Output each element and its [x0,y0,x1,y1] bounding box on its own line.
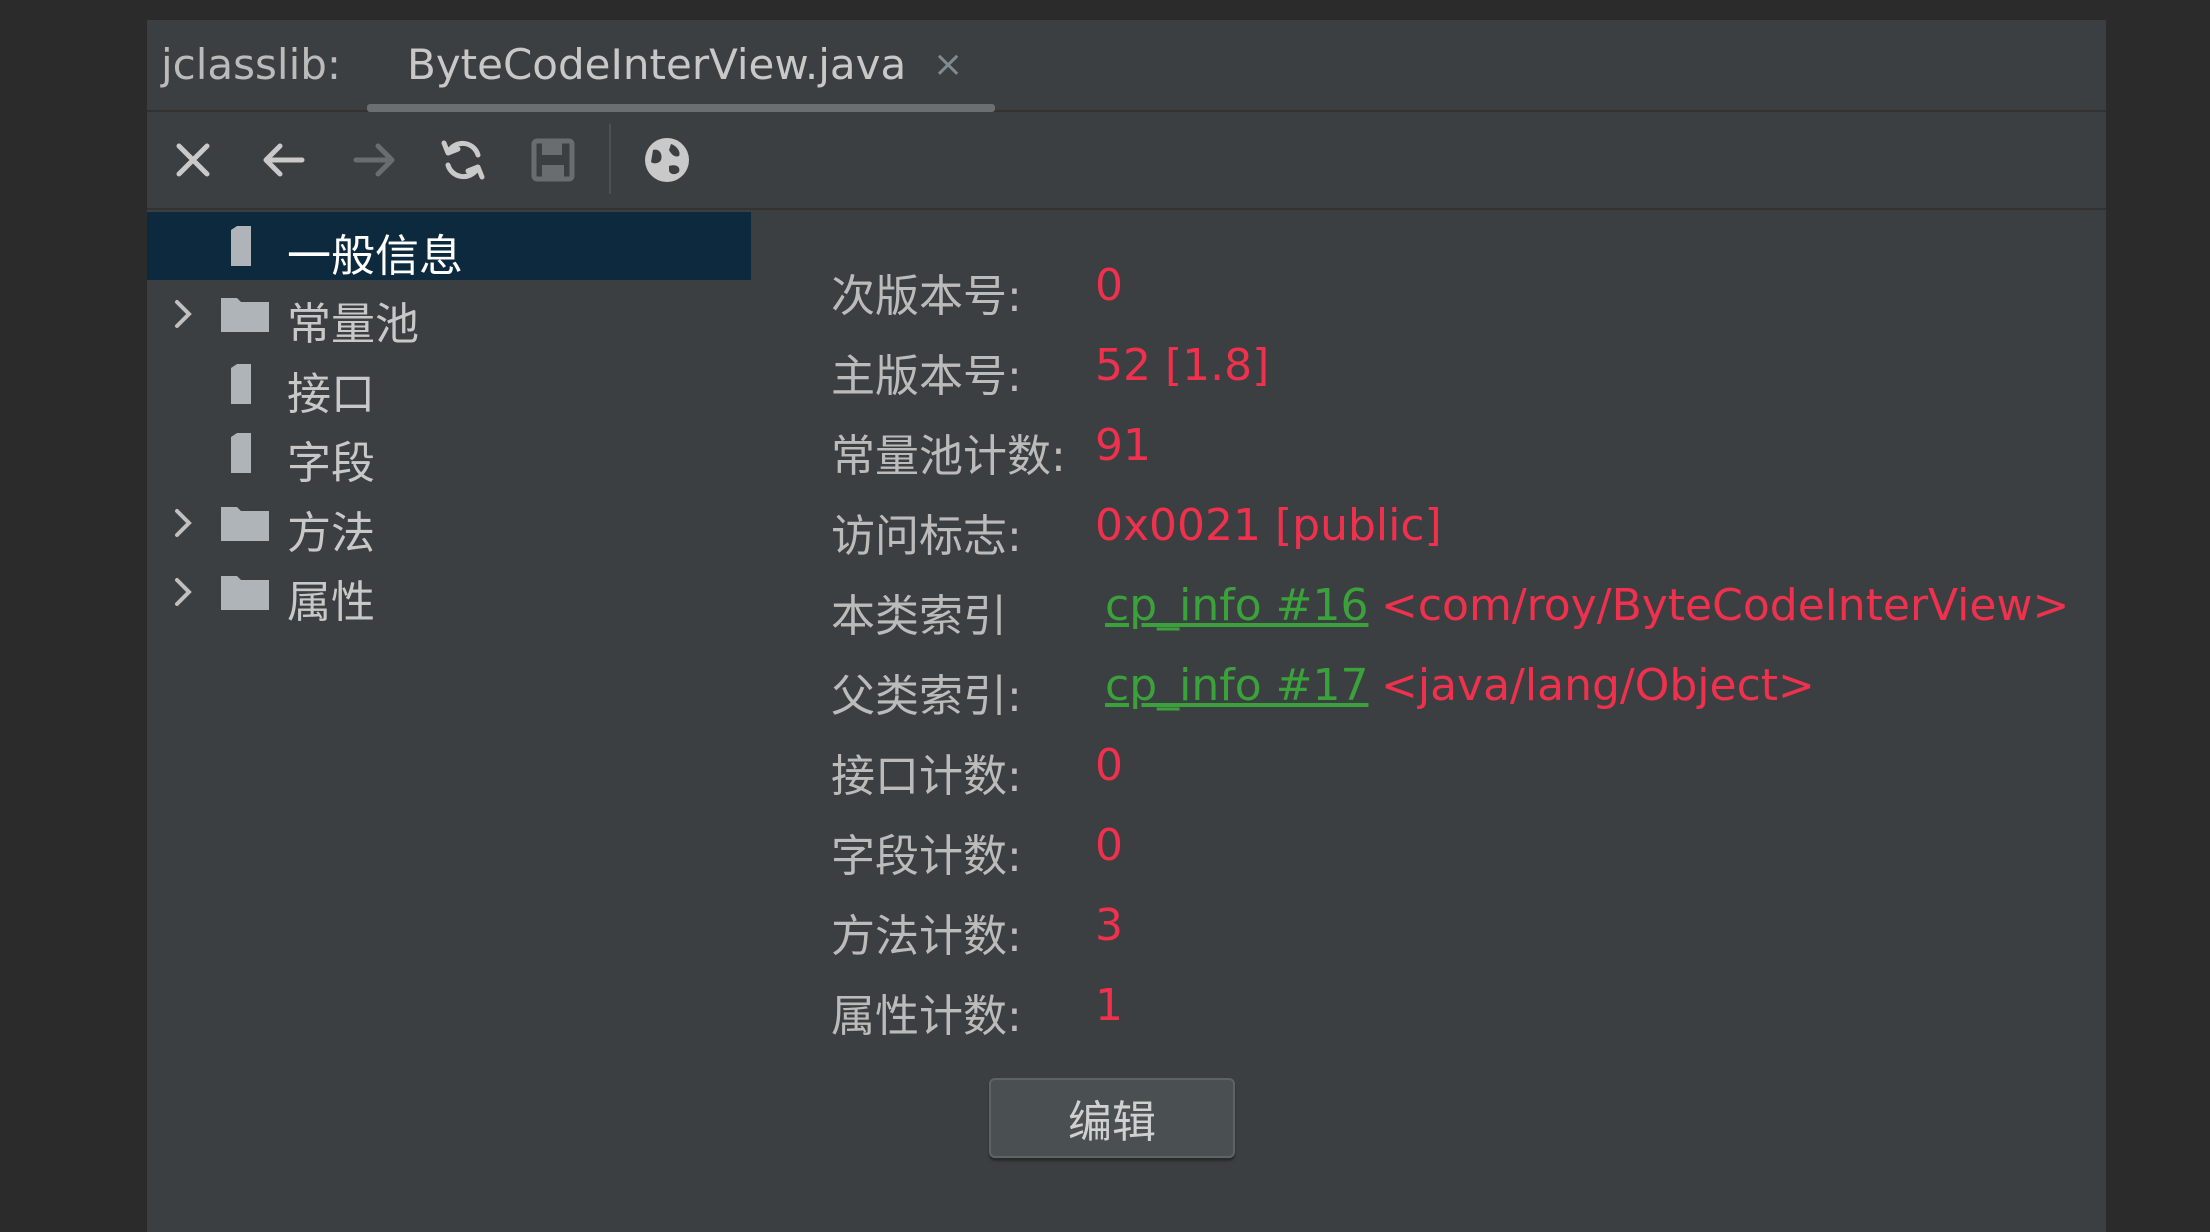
back-arrow-icon [263,143,305,177]
tab-label[interactable]: ByteCodeInterView.java [407,40,906,89]
refresh-icon [441,140,485,180]
row-super-class: 父类索引: cp_info #17 <java/lang/Object> [831,660,2091,722]
forward-arrow-icon [353,143,395,177]
tree-item-constant-pool[interactable]: 常量池 [147,280,751,350]
super-class-link[interactable]: cp_info #17 [1105,660,1368,711]
structure-tree: 一般信息 常量池 接口 字段 方法 属性 [147,212,751,632]
browse-web-button[interactable] [635,128,699,192]
tree-item-attributes[interactable]: 属性 [147,558,751,628]
row-constant-pool-count: 常量池计数: 91 [831,420,2091,482]
interfaces-count-value: 0 [1095,740,1123,791]
interfaces-count-label: 接口计数: [831,751,1022,802]
attributes-count-label: 属性计数: [831,991,1022,1042]
tree-item-label: 接口 [287,369,375,420]
fields-count-value: 0 [1095,820,1123,871]
tree-item-general-info[interactable]: 一般信息 [147,212,751,282]
attributes-count-value: 1 [1095,980,1123,1031]
tree-item-interfaces[interactable]: 接口 [147,350,751,420]
folder-icon [221,298,269,332]
fields-count-label: 字段计数: [831,831,1022,882]
file-icon [231,226,251,266]
folder-icon [221,507,269,541]
tree-item-label: 字段 [287,438,375,489]
tree-item-label: 属性 [287,577,375,628]
super-class-reference: <java/lang/Object> [1381,660,1815,711]
tab-close-icon[interactable]: × [933,44,963,85]
row-interfaces-count: 接口计数: 0 [831,740,2091,802]
chevron-right-icon[interactable] [169,572,199,612]
row-this-class: 本类索引 cp_info #16 <com/roy/ByteCodeInterV… [831,580,2091,642]
row-methods-count: 方法计数: 3 [831,900,2091,962]
chevron-right-icon[interactable] [169,294,199,334]
folder-icon [221,576,269,610]
file-icon [231,364,251,404]
tree-item-label: 方法 [287,508,375,559]
methods-count-value: 3 [1095,900,1123,951]
tool-window-title: jclasslib: [161,40,342,89]
this-class-link[interactable]: cp_info #16 [1105,580,1368,631]
constant-pool-count-value: 91 [1095,420,1151,471]
refresh-button[interactable] [431,128,495,192]
back-button[interactable] [251,128,315,192]
constant-pool-count-label: 常量池计数: [831,431,1066,482]
this-class-label: 本类索引 [831,591,1007,642]
major-version-label: 主版本号: [831,351,1022,402]
methods-count-label: 方法计数: [831,911,1022,962]
row-major-version: 主版本号: 52 [1.8] [831,340,2091,402]
close-icon [176,143,210,177]
tree-item-methods[interactable]: 方法 [147,489,751,559]
tree-item-label: 一般信息 [287,231,463,282]
tree-item-fields[interactable]: 字段 [147,419,751,489]
edit-button[interactable]: 编辑 [989,1078,1235,1158]
save-button[interactable] [521,128,585,192]
file-icon [231,433,251,473]
tab-bar: jclasslib: ByteCodeInterView.java × [147,20,2106,112]
this-class-reference: <com/roy/ByteCodeInterView> [1381,580,2070,631]
access-flags-value: 0x0021 [public] [1095,500,1442,551]
chevron-right-icon[interactable] [169,503,199,543]
forward-button[interactable] [343,128,407,192]
save-icon [531,138,575,182]
globe-icon [645,138,689,182]
major-version-value: 52 [1.8] [1095,340,1270,391]
row-access-flags: 访问标志: 0x0021 [public] [831,500,2091,562]
row-fields-count: 字段计数: 0 [831,820,2091,882]
close-button[interactable] [161,128,225,192]
minor-version-value: 0 [1095,260,1123,311]
super-class-label: 父类索引: [831,671,1022,722]
active-tab-indicator [367,104,995,112]
row-attributes-count: 属性计数: 1 [831,980,2091,1042]
jclasslib-tool-window: jclasslib: ByteCodeInterView.java × 一般信息… [147,20,2106,1232]
minor-version-label: 次版本号: [831,271,1022,322]
tab-bytecodeinterview[interactable]: ByteCodeInterView.java × [367,20,997,112]
toolbar-separator [609,124,611,194]
toolbar [147,112,2106,210]
access-flags-label: 访问标志: [831,511,1022,562]
row-minor-version: 次版本号: 0 [831,260,2091,322]
tree-item-label: 常量池 [287,299,419,350]
